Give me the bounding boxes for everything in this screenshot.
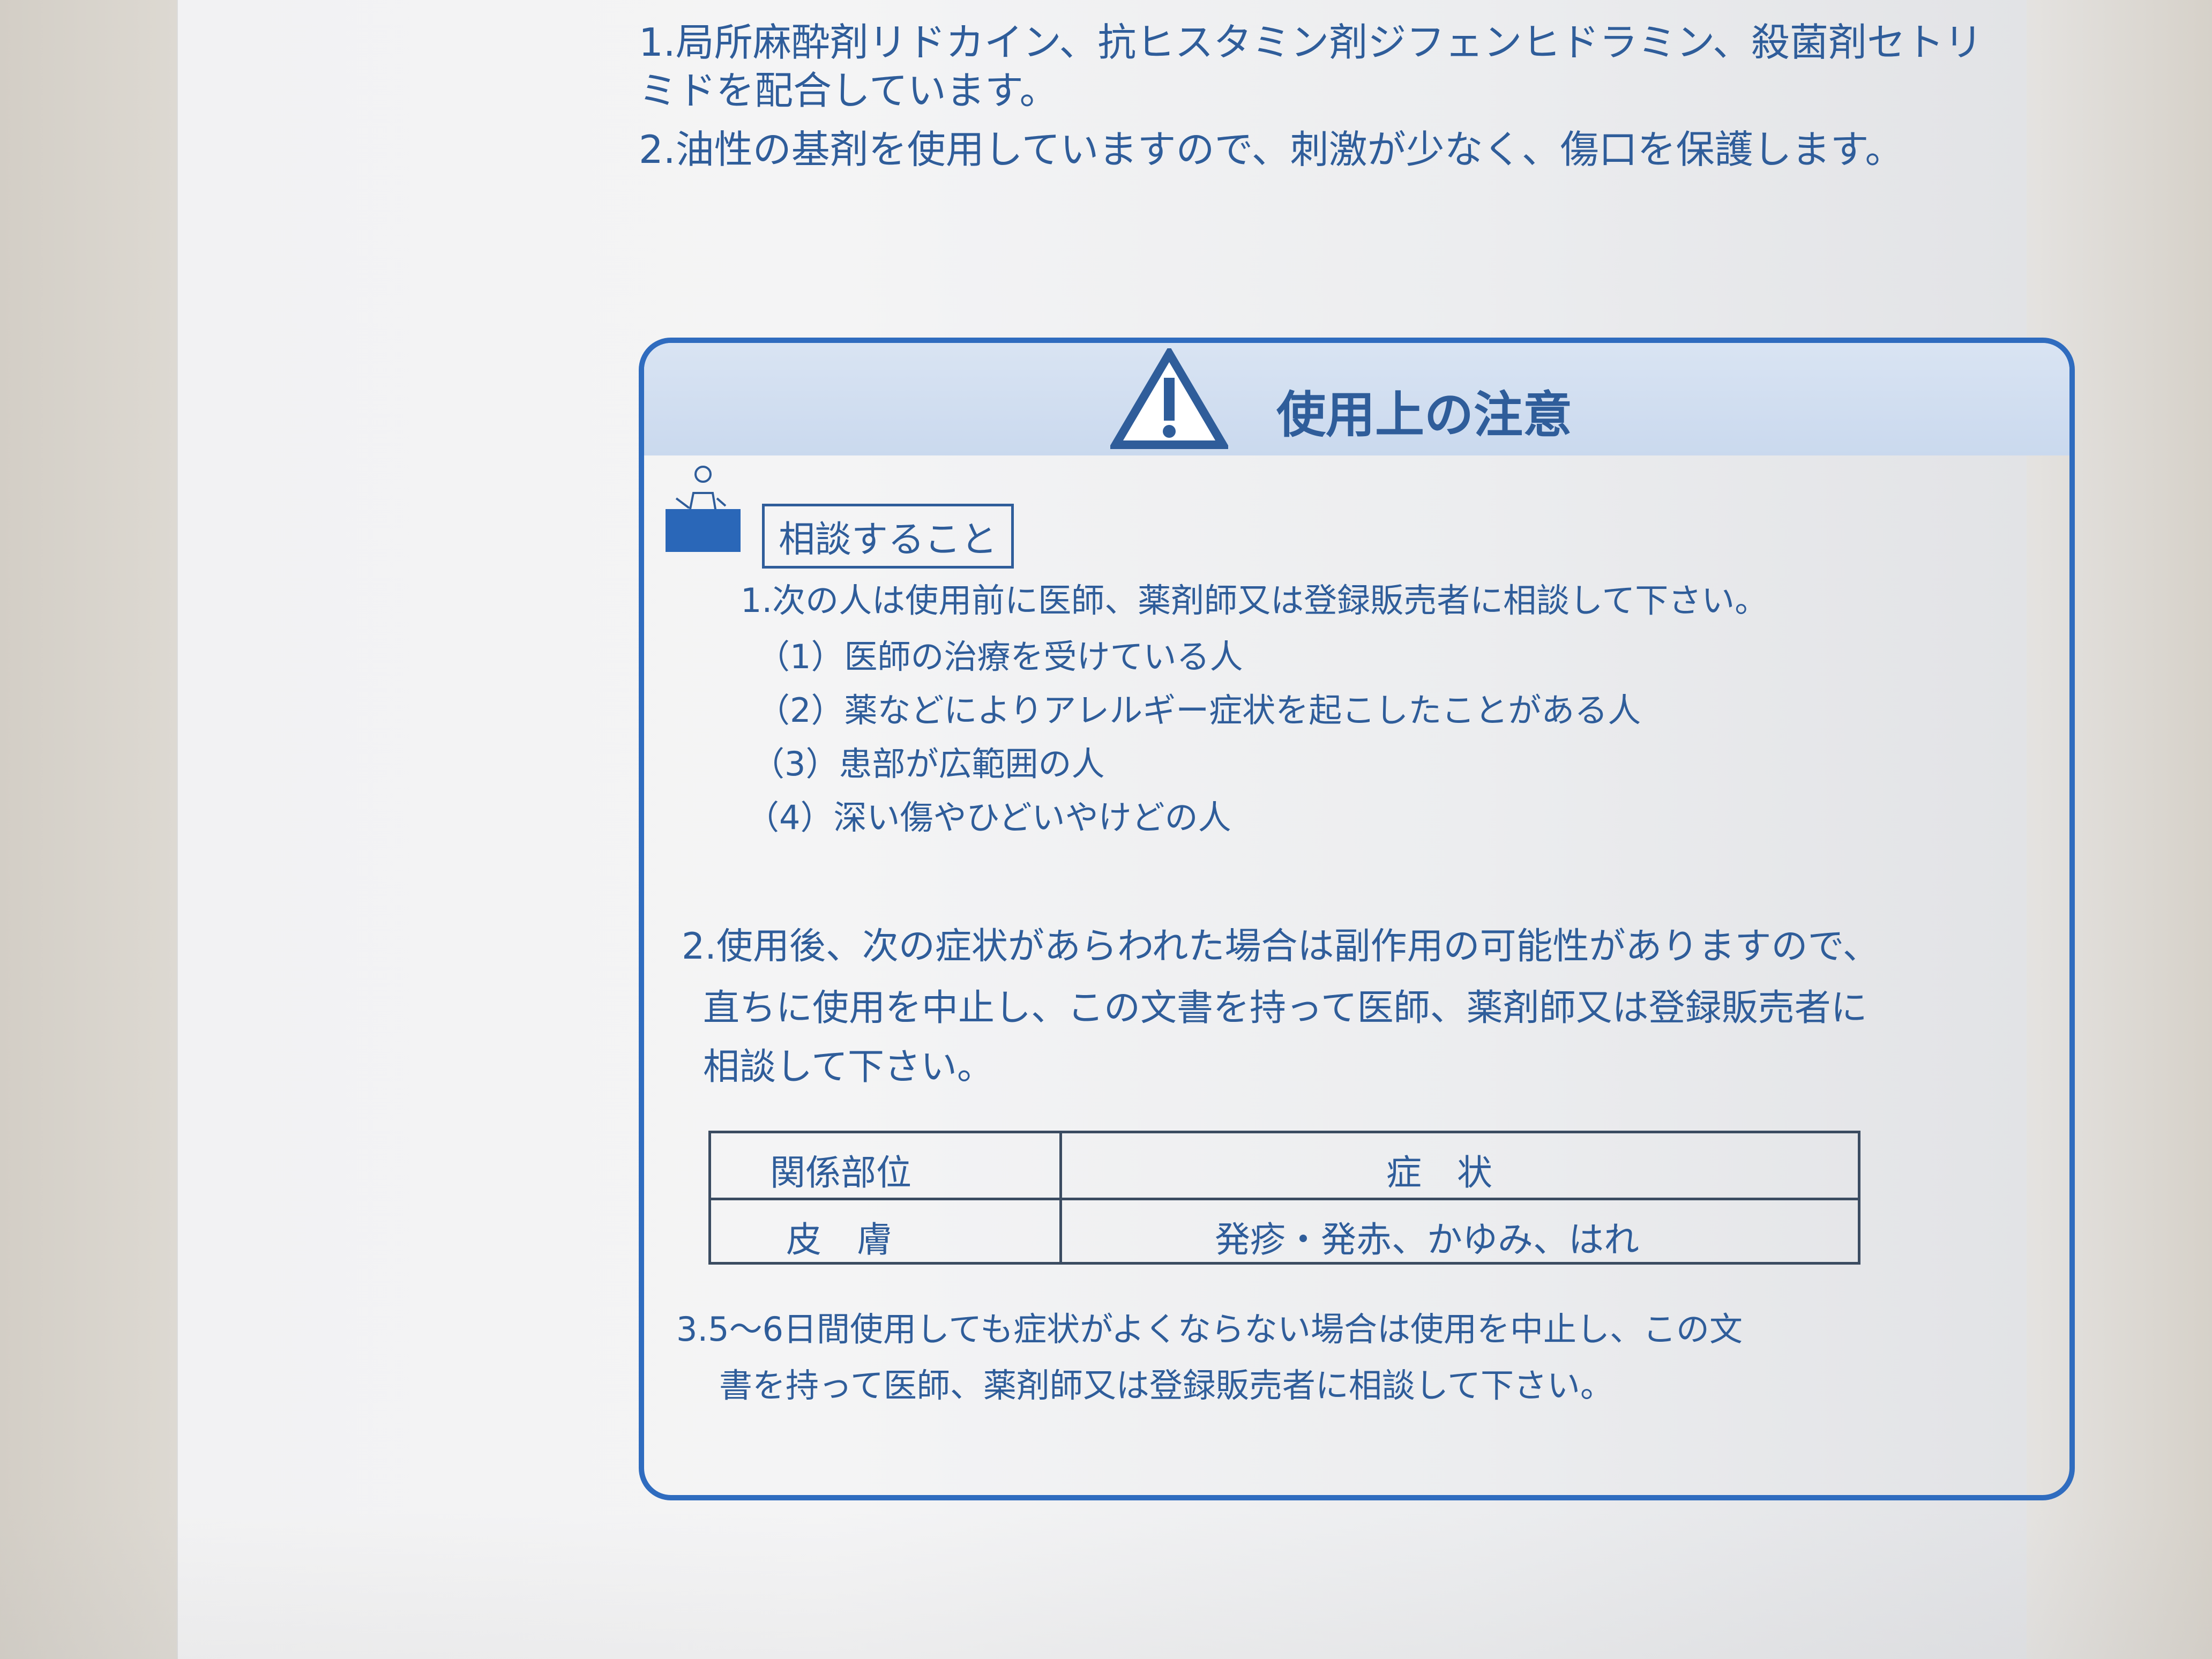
table-header-row: 関係部位 症 状 bbox=[711, 1133, 1858, 1200]
section-1-item-2: （2）薬などによりアレルギー症状を起こしたことがある人 bbox=[757, 691, 1641, 730]
section-2-line-1: 2.使用後、次の症状があらわれた場合は副作用の可能性がありますので、 bbox=[682, 925, 1879, 968]
section-2-line-3: 相談して下さい。 bbox=[703, 1046, 993, 1088]
consult-bar bbox=[666, 509, 741, 552]
top-text-line-2: ミドを配合しています。 bbox=[639, 68, 1058, 113]
symptoms-table: 関係部位 症 状 皮 膚 発疹・発赤、かゆみ、はれ bbox=[708, 1131, 1860, 1265]
table-cell-body-part: 皮 膚 bbox=[786, 1219, 892, 1260]
table-row: 皮 膚 発疹・発赤、かゆみ、はれ bbox=[711, 1200, 1858, 1265]
table-cell-symptom: 発疹・発赤、かゆみ、はれ bbox=[1215, 1219, 1639, 1260]
background: 1.局所麻酔剤リドカイン、抗ヒスタミン剤ジフェンヒドラミン、殺菌剤セトリ ミドを… bbox=[0, 0, 2212, 1659]
consult-label: 相談すること bbox=[762, 504, 1014, 569]
table-header-symptom: 症 状 bbox=[1386, 1152, 1492, 1193]
section-1-lead: 1.次の人は使用前に医師、薬剤師又は登録販売者に相談して下さい。 bbox=[741, 581, 1768, 620]
warning-triangle-icon bbox=[1110, 348, 1228, 449]
usage-precautions-panel: 使用上の注意 相談すること 1.次の人は使用前に医師、薬剤師又は登録販売者に相談… bbox=[639, 338, 2075, 1500]
section-3-line-1: 3.5〜6日間使用しても症状がよくならない場合は使用を中止し、この文 bbox=[676, 1310, 1743, 1349]
panel-title: 使用上の注意 bbox=[1276, 386, 1573, 444]
section-1-item-4: （4）深い傷やひどいやけどの人 bbox=[746, 798, 1231, 837]
table-header-body-part: 関係部位 bbox=[770, 1152, 911, 1193]
bottom-shadow bbox=[0, 1511, 2212, 1659]
document-sheet: 1.局所麻酔剤リドカイン、抗ヒスタミン剤ジフェンヒドラミン、殺菌剤セトリ ミドを… bbox=[177, 0, 2075, 1659]
section-3-line-2: 書を持って医師、薬剤師又は登録販売者に相談して下さい。 bbox=[719, 1366, 1614, 1405]
section-1-item-1: （1）医師の治療を受けている人 bbox=[757, 637, 1243, 676]
section-1-item-3: （3）患部が広範囲の人 bbox=[751, 744, 1105, 783]
panel-header: 使用上の注意 bbox=[644, 343, 2069, 455]
top-text-line-3: 2.油性の基剤を使用していますので、刺激が少なく、傷口を保護します。 bbox=[639, 127, 1904, 172]
section-2-line-2: 直ちに使用を中止し、この文書を持って医師、薬剤師又は登録販売者に bbox=[703, 987, 1867, 1029]
